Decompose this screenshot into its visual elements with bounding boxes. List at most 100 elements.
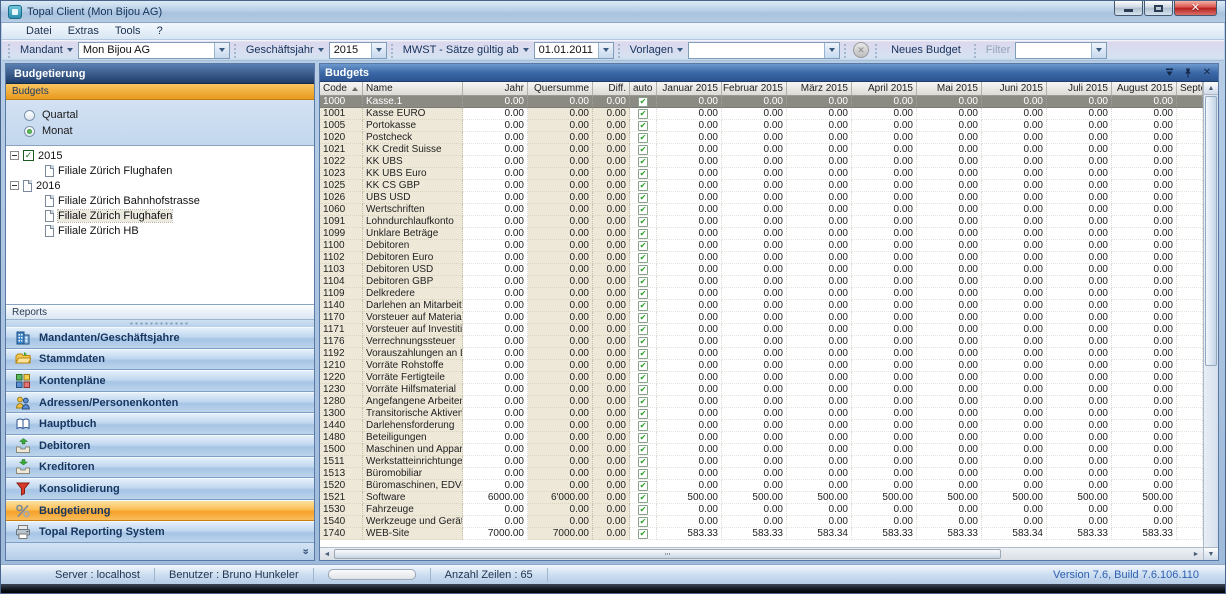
table-row[interactable]: 1171Vorsteuer auf Investitione...0.000.0…	[320, 324, 1203, 336]
mandant-dropdown-button[interactable]: Mandant	[15, 42, 78, 58]
cell-month[interactable]: 0.00	[787, 468, 852, 480]
checkbox-checked-icon[interactable]: ✔	[638, 337, 648, 347]
checkbox-checked-icon[interactable]: ✔	[638, 421, 648, 431]
mwst-dropdown-button[interactable]: MWST - Sätze gültig ab	[398, 42, 534, 58]
cell-month[interactable]: 0.00	[982, 336, 1047, 348]
table-row[interactable]: 1020Postcheck0.000.000.00✔0.000.000.000.…	[320, 132, 1203, 144]
minimize-button[interactable]	[1114, 1, 1143, 16]
cell-diff[interactable]: 0.00	[593, 528, 630, 540]
cell-month[interactable]: 0.00	[852, 216, 917, 228]
cell-month[interactable]: 0.00	[787, 396, 852, 408]
cell-auto[interactable]: ✔	[630, 144, 657, 156]
table-row[interactable]: 1530Fahrzeuge0.000.000.00✔0.000.000.000.…	[320, 504, 1203, 516]
cell-jahr[interactable]: 7000.00	[463, 528, 528, 540]
table-row[interactable]: 1022KK UBS0.000.000.00✔0.000.000.000.000…	[320, 156, 1203, 168]
cell-month[interactable]: 0.00	[722, 372, 787, 384]
cell-month[interactable]: 0.00	[657, 264, 722, 276]
cell-month[interactable]: 0.00	[1112, 468, 1177, 480]
cell-month[interactable]: 0.00	[787, 192, 852, 204]
cell-month[interactable]: 0.00	[852, 504, 917, 516]
cell-month[interactable]: 0.00	[852, 132, 917, 144]
cell-code[interactable]: 1300	[320, 408, 363, 420]
cell-month[interactable]: 0.00	[852, 204, 917, 216]
cell-month[interactable]: 0.00	[1112, 396, 1177, 408]
cell-auto[interactable]: ✔	[630, 156, 657, 168]
checkbox-checked-icon[interactable]: ✔	[638, 397, 648, 407]
cell-diff[interactable]: 0.00	[593, 264, 630, 276]
cell-month[interactable]: 0.00	[1112, 120, 1177, 132]
column-header-juli-2015[interactable]: Juli 2015	[1047, 82, 1112, 95]
cell-month[interactable]: 0.00	[917, 480, 982, 492]
cell-month[interactable]: 0.00	[1047, 504, 1112, 516]
table-row[interactable]: 1513Büromobiliar0.000.000.00✔0.000.000.0…	[320, 468, 1203, 480]
checkbox-checked-icon[interactable]: ✔	[638, 445, 648, 455]
cell-month[interactable]: 0.00	[982, 252, 1047, 264]
cell-jahr[interactable]: 0.00	[463, 384, 528, 396]
cell-jahr[interactable]: 0.00	[463, 408, 528, 420]
cell-month[interactable]: 0.00	[917, 456, 982, 468]
cell-month[interactable]: 0.00	[1112, 96, 1177, 108]
cell-month[interactable]: 0.00	[657, 204, 722, 216]
cell-month[interactable]: 0.00	[1047, 180, 1112, 192]
cell-diff[interactable]: 0.00	[593, 456, 630, 468]
cell-jahr[interactable]: 0.00	[463, 276, 528, 288]
cell-september[interactable]	[1177, 324, 1203, 336]
horizontal-scrollbar[interactable]: ◄ ►	[320, 547, 1203, 560]
column-header-januar-2015[interactable]: Januar 2015	[657, 82, 722, 95]
cell-month[interactable]: 0.00	[722, 480, 787, 492]
cell-month[interactable]: 0.00	[982, 312, 1047, 324]
cell-quersumme[interactable]: 0.00	[528, 480, 593, 492]
cell-auto[interactable]: ✔	[630, 276, 657, 288]
cell-diff[interactable]: 0.00	[593, 492, 630, 504]
table-row[interactable]: 1210Vorräte Rohstoffe0.000.000.00✔0.000.…	[320, 360, 1203, 372]
cell-september[interactable]	[1177, 456, 1203, 468]
cell-month[interactable]: 500.00	[852, 492, 917, 504]
cell-name[interactable]: Werkzeuge und Geräte	[363, 516, 463, 528]
cell-month[interactable]: 0.00	[787, 432, 852, 444]
cell-september[interactable]	[1177, 504, 1203, 516]
cell-month[interactable]: 0.00	[852, 192, 917, 204]
table-row[interactable]: 1060Wertschriften0.000.000.00✔0.000.000.…	[320, 204, 1203, 216]
cell-month[interactable]: 583.33	[1047, 528, 1112, 540]
cell-month[interactable]: 0.00	[1047, 384, 1112, 396]
cell-jahr[interactable]: 0.00	[463, 420, 528, 432]
cell-month[interactable]: 0.00	[1047, 156, 1112, 168]
vorlagen-combobox[interactable]	[688, 42, 840, 59]
cell-jahr[interactable]: 0.00	[463, 240, 528, 252]
cell-month[interactable]: 0.00	[722, 324, 787, 336]
cell-september[interactable]	[1177, 432, 1203, 444]
cell-month[interactable]: 0.00	[1112, 444, 1177, 456]
hide-panel-icon[interactable]	[1163, 67, 1175, 79]
cell-auto[interactable]: ✔	[630, 264, 657, 276]
cell-month[interactable]: 0.00	[852, 144, 917, 156]
cell-month[interactable]: 0.00	[657, 252, 722, 264]
cell-september[interactable]	[1177, 444, 1203, 456]
cell-auto[interactable]: ✔	[630, 252, 657, 264]
cell-diff[interactable]: 0.00	[593, 396, 630, 408]
cell-month[interactable]: 0.00	[787, 96, 852, 108]
cell-auto[interactable]: ✔	[630, 420, 657, 432]
cell-diff[interactable]: 0.00	[593, 156, 630, 168]
cell-september[interactable]	[1177, 216, 1203, 228]
reports-section-header[interactable]: Reports	[6, 305, 314, 320]
cell-month[interactable]: 0.00	[982, 180, 1047, 192]
cell-month[interactable]: 0.00	[1112, 276, 1177, 288]
cell-name[interactable]: Unklare Beträge	[363, 228, 463, 240]
cell-month[interactable]: 0.00	[1047, 336, 1112, 348]
cell-month[interactable]: 0.00	[982, 516, 1047, 528]
cell-month[interactable]: 0.00	[657, 276, 722, 288]
geschaeftsjahr-combo-arrow[interactable]	[371, 43, 386, 58]
cell-diff[interactable]: 0.00	[593, 504, 630, 516]
cell-month[interactable]: 0.00	[917, 144, 982, 156]
cell-month[interactable]: 0.00	[917, 228, 982, 240]
cell-jahr[interactable]: 0.00	[463, 180, 528, 192]
cell-name[interactable]: Darlehen an Mitarbeiter	[363, 300, 463, 312]
table-row[interactable]: 1521Software6000.006'000.000.00✔500.0050…	[320, 492, 1203, 504]
cell-diff[interactable]: 0.00	[593, 144, 630, 156]
cell-month[interactable]: 0.00	[917, 192, 982, 204]
cell-month[interactable]: 0.00	[917, 156, 982, 168]
scroll-up-icon[interactable]: ▲	[1204, 82, 1218, 95]
cell-month[interactable]: 0.00	[722, 312, 787, 324]
cell-month[interactable]: 0.00	[657, 336, 722, 348]
cell-jahr[interactable]: 0.00	[463, 312, 528, 324]
